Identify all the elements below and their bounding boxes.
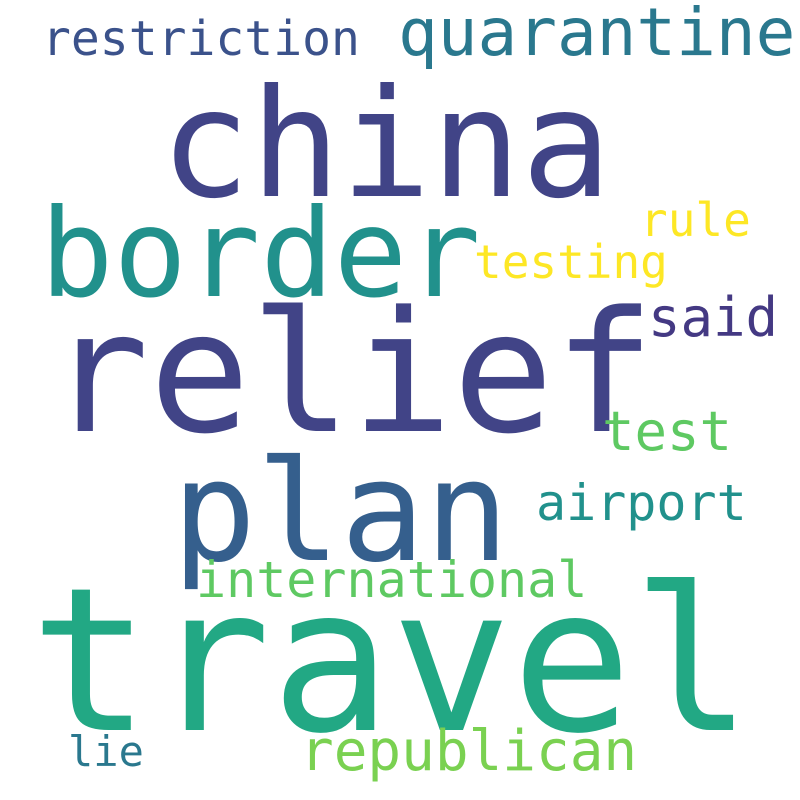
word-restriction: restriction (42, 11, 360, 67)
word-airport: airport (536, 474, 747, 532)
word-testing: testing (474, 235, 668, 289)
word-rule: rule (640, 193, 751, 247)
word-lie: lie (68, 727, 144, 776)
word-quarantine: quarantine (398, 0, 796, 71)
word-border: border (40, 183, 481, 325)
word-test: test (602, 400, 733, 463)
word-republican: republican (300, 719, 638, 784)
word-international: international (196, 551, 588, 609)
word-said: said (648, 286, 779, 349)
word-cloud: travel relief china plan border quaranti… (0, 0, 800, 800)
